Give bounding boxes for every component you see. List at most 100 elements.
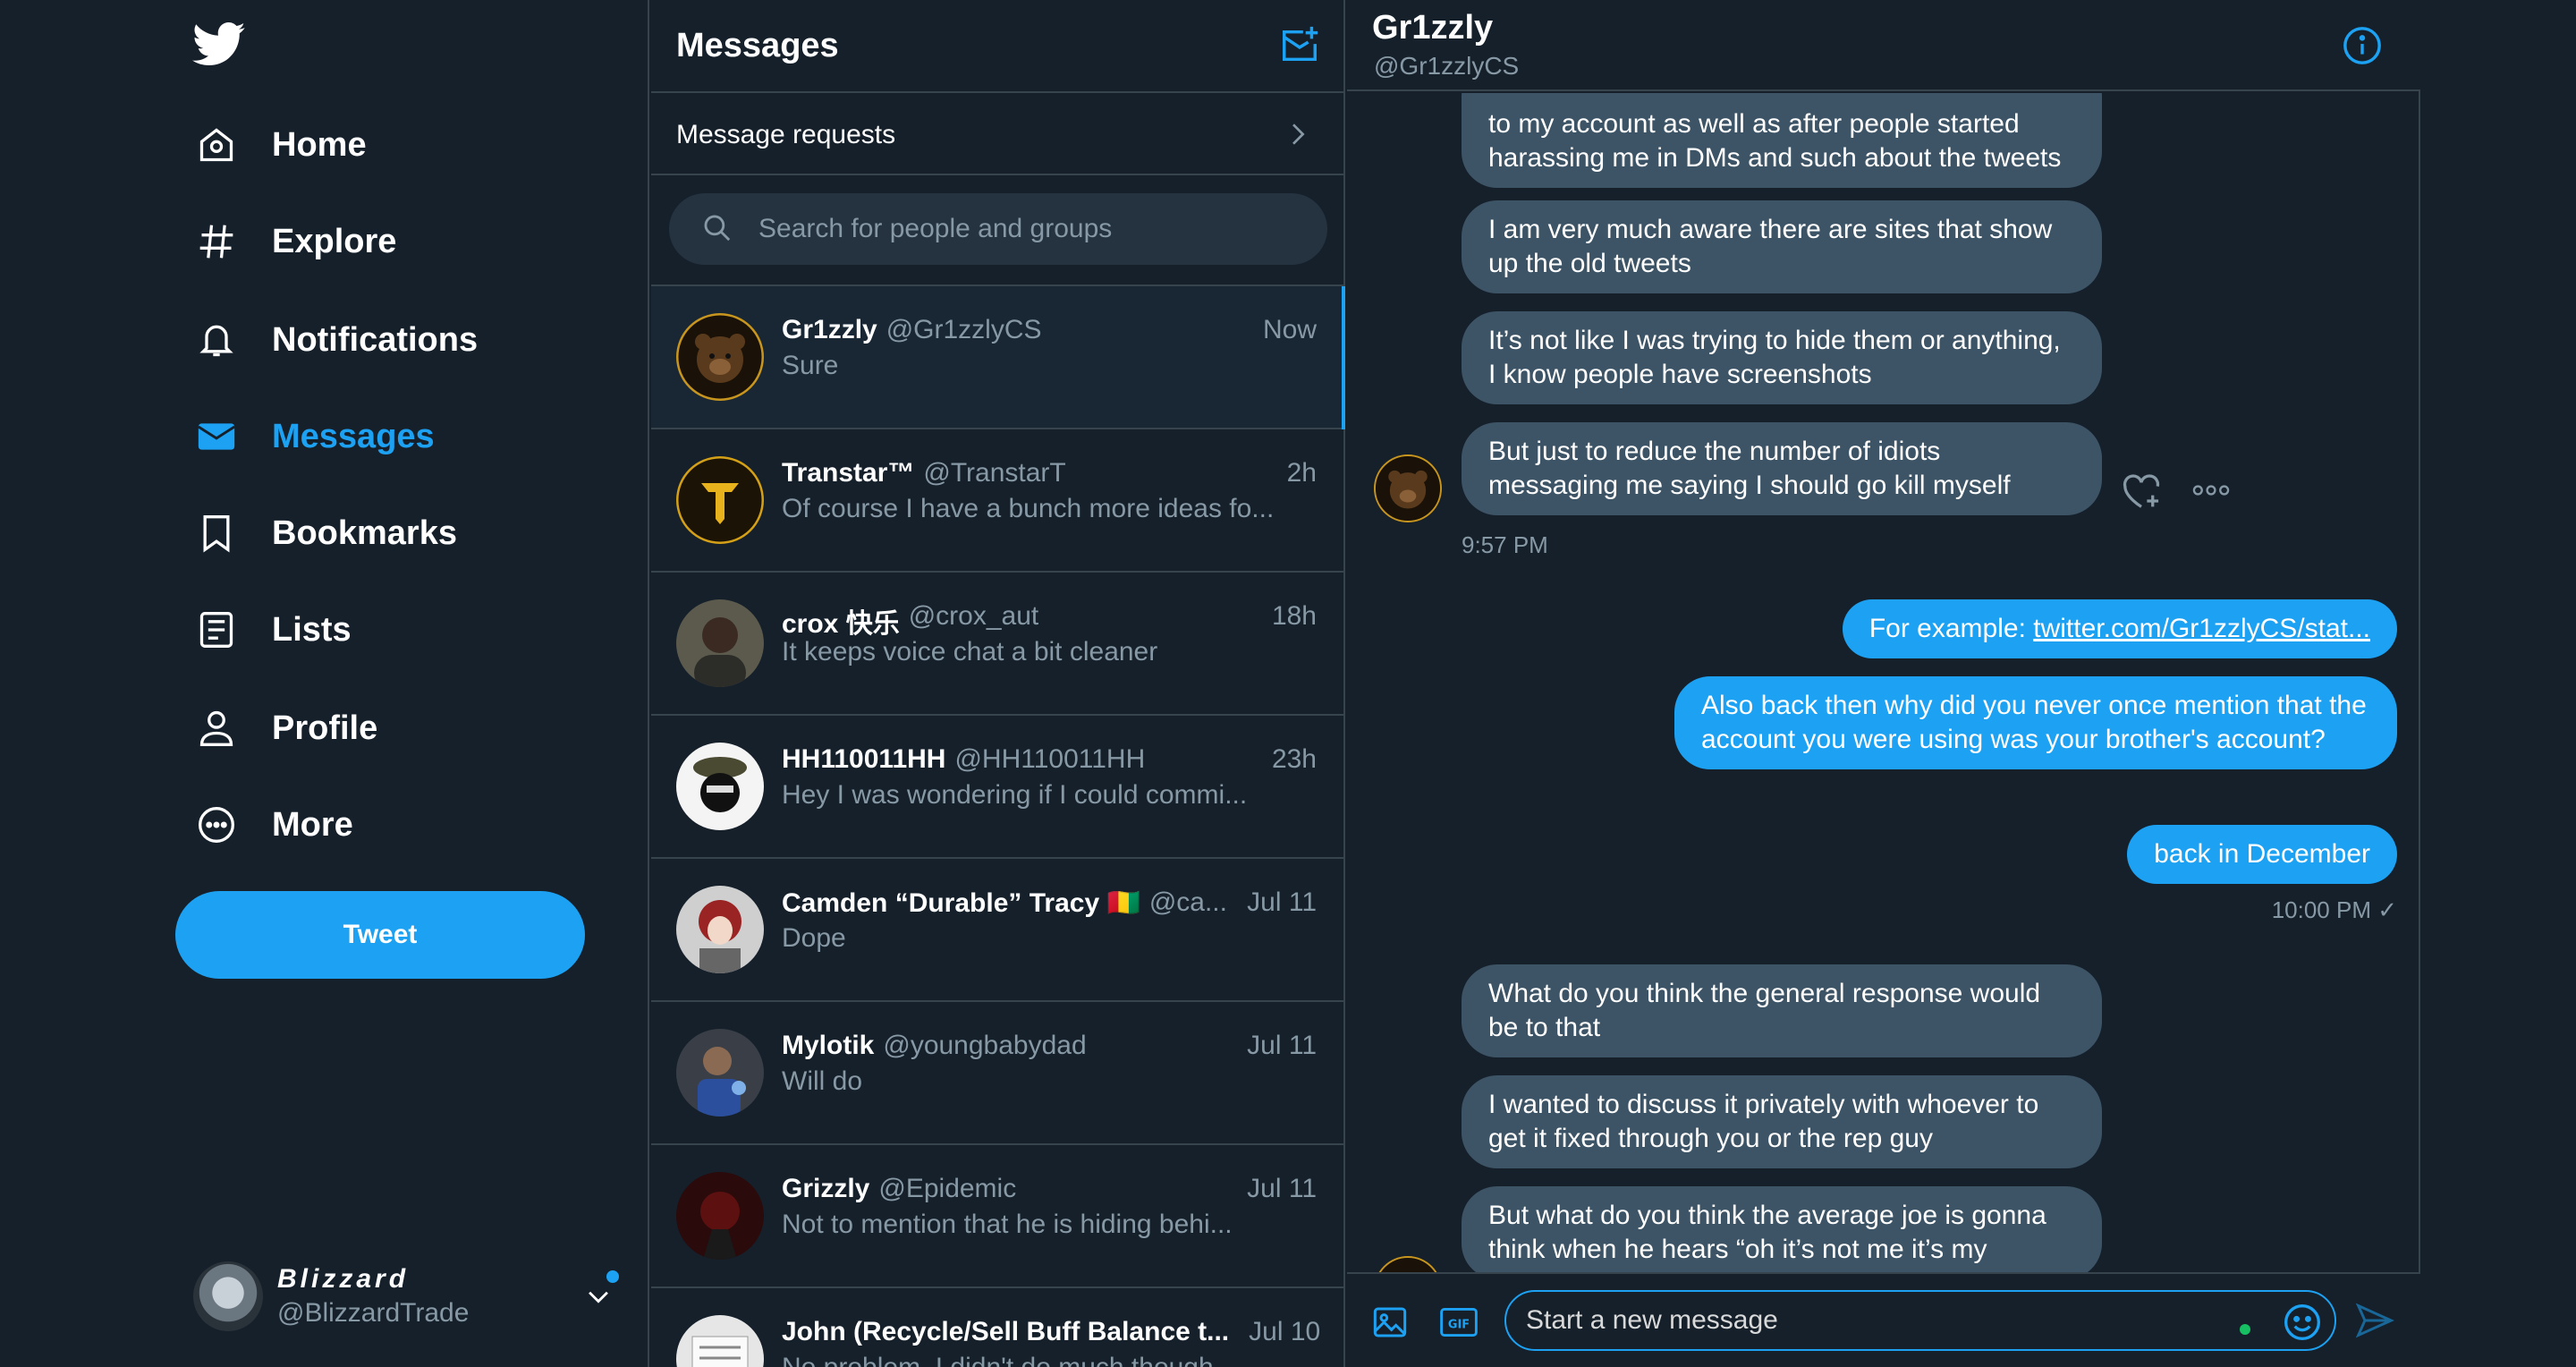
conversation-handle: @ca... xyxy=(1148,887,1227,917)
conversation-item[interactable]: Camden “Durable” Tracy 🇬🇳 @ca... Jul 11 Do… xyxy=(651,859,1343,1002)
conversation-item[interactable]: Gr1zzly @Gr1zzlyCS Now Sure xyxy=(651,286,1345,429)
chevron-right-icon xyxy=(1283,120,1311,153)
page-title: Messages xyxy=(676,27,839,64)
nav-notifications-label: Notifications xyxy=(272,320,479,359)
message-composer: GIF xyxy=(1347,1272,2420,1367)
search-section xyxy=(651,175,1343,286)
conversation-handle: @Gr1zzlyCS xyxy=(886,315,1042,344)
more-circle-icon xyxy=(197,805,236,845)
nav-explore[interactable]: Explore xyxy=(179,206,414,277)
chat-header: Gr1zzly @Gr1zzlyCS xyxy=(1347,0,2420,91)
avatar xyxy=(676,1315,764,1367)
list-icon xyxy=(197,610,236,650)
nav-explore-label: Explore xyxy=(272,222,397,260)
avatar xyxy=(676,743,764,830)
nav-messages[interactable]: Messages xyxy=(179,401,453,472)
message-bubble-sent: Also back then why did you never once me… xyxy=(1674,676,2397,769)
nav-bookmarks-label: Bookmarks xyxy=(272,514,457,552)
conversation-time: Jul 11 xyxy=(1247,887,1317,917)
conversation-handle: @crox_aut xyxy=(908,601,1039,631)
chat-contact-name: Gr1zzly xyxy=(1372,9,1494,47)
nav-messages-label: Messages xyxy=(272,417,435,455)
nav-lists[interactable]: Lists xyxy=(179,594,369,666)
react-heart-icon[interactable] xyxy=(2122,474,2161,514)
conversation-preview: Not to mention that he is hiding behi... xyxy=(782,1210,1233,1239)
conversation-name: Camden “Durable” Tracy 🇬🇳 xyxy=(782,888,1140,918)
avatar xyxy=(676,313,764,401)
gif-icon[interactable]: GIF xyxy=(1440,1304,1478,1345)
conversation-time: 18h xyxy=(1271,601,1317,631)
conversation-preview: It keeps voice chat a bit cleaner xyxy=(782,637,1158,667)
person-icon xyxy=(197,709,236,748)
conversation-name: HH110011HH xyxy=(782,744,946,774)
message-timestamp: 9:57 PM xyxy=(1462,531,1548,558)
notification-dot xyxy=(606,1270,619,1283)
message-requests-label: Message requests xyxy=(676,120,896,149)
home-icon xyxy=(197,125,236,165)
tweet-button[interactable]: Tweet xyxy=(175,891,585,979)
nav-profile[interactable]: Profile xyxy=(179,692,395,764)
avatar xyxy=(193,1261,263,1331)
conversation-item[interactable]: Grizzly @Epidemic Jul 11 Not to mention th… xyxy=(651,1145,1343,1288)
more-options-icon[interactable] xyxy=(2191,483,2231,502)
image-icon[interactable] xyxy=(1372,1304,1408,1345)
conversation-item[interactable]: HH110011HH @HH110011HH 23h Hey I was wonde… xyxy=(651,716,1343,859)
conversation-preview: Sure xyxy=(782,351,839,380)
chevron-down-icon xyxy=(583,1281,614,1316)
conversation-time: Jul 11 xyxy=(1247,1174,1317,1203)
conversation-handle: @youngbabydad xyxy=(883,1031,1087,1060)
conversation-time: Jul 11 xyxy=(1247,1031,1317,1060)
search-input[interactable] xyxy=(758,214,1295,244)
message-bubble-received: I am very much aware there are sites tha… xyxy=(1462,200,2102,293)
conversation-item[interactable]: crox 快乐 @crox_aut 18h It keeps voice chat … xyxy=(651,573,1343,716)
conversation-name: crox 快乐 xyxy=(782,609,900,639)
conversation-name: Gr1zzly xyxy=(782,315,877,344)
conversation-preview: Hey I was wondering if I could commi... xyxy=(782,780,1248,810)
twitter-logo-icon[interactable] xyxy=(192,21,246,68)
conversation-handle: @HH110011HH xyxy=(954,744,1146,774)
avatar xyxy=(676,1172,764,1260)
avatar xyxy=(676,456,764,544)
message-text: For example: xyxy=(1868,614,2034,643)
account-display-name: Blizzard xyxy=(277,1264,410,1294)
conversation-handle: @TranstarT xyxy=(923,458,1066,488)
nav-notifications[interactable]: Notifications xyxy=(179,304,496,376)
avatar xyxy=(676,886,764,973)
conversation-time: Now xyxy=(1262,315,1317,344)
search-box[interactable] xyxy=(669,193,1327,265)
nav-home-label: Home xyxy=(272,125,367,164)
send-icon[interactable] xyxy=(2354,1301,2395,1345)
conversation-time: 23h xyxy=(1271,744,1317,774)
info-icon[interactable] xyxy=(2342,25,2383,71)
conversation-preview: Dope xyxy=(782,923,846,953)
conversation-item[interactable]: John (Recycle/Sell Buff Balance t... Jul … xyxy=(651,1288,1343,1367)
avatar[interactable] xyxy=(1374,454,1442,522)
emoji-icon[interactable] xyxy=(2283,1303,2322,1346)
bell-icon xyxy=(197,320,236,360)
tweet-link[interactable]: twitter.com/Gr1zzlyCS/stat... xyxy=(2033,614,2370,643)
conversation-name: Grizzly xyxy=(782,1174,870,1203)
message-bubble-received: But what do you think the average joe is… xyxy=(1462,1186,2102,1272)
message-thread: to my account as well as after people st… xyxy=(1347,93,2420,1272)
message-input-wrapper[interactable] xyxy=(1504,1290,2336,1351)
conversation-preview: No problem. I didn't do much though xyxy=(782,1353,1290,1367)
nav-bookmarks[interactable]: Bookmarks xyxy=(179,497,475,569)
new-message-icon[interactable] xyxy=(1279,25,1320,71)
conversation-item[interactable]: Mylotik @youngbabydad Jul 11 Will do xyxy=(651,1002,1343,1145)
avatar xyxy=(676,599,764,687)
avatar xyxy=(676,1029,764,1117)
nav-home[interactable]: Home xyxy=(179,109,385,181)
message-bubble-received: It’s not like I was trying to hide them … xyxy=(1462,311,2102,404)
status-dot xyxy=(2240,1324,2250,1335)
envelope-icon xyxy=(197,417,236,456)
conversation-item[interactable]: Transtar™ @TranstarT 2h Of course I have a… xyxy=(651,429,1343,573)
list-header: Messages xyxy=(651,0,1343,93)
search-icon xyxy=(701,212,732,247)
account-switcher[interactable]: Blizzard @BlizzardTrade xyxy=(193,1258,623,1335)
message-input[interactable] xyxy=(1526,1305,2241,1336)
avatar[interactable] xyxy=(1374,1256,1442,1272)
message-timestamp: 10:00 PM ✓ xyxy=(2271,896,2397,923)
message-requests-row[interactable]: Message requests xyxy=(651,93,1343,175)
conversation-list-panel: Messages Message requests Gr1zzly @Gr1zzl… xyxy=(651,0,1345,1367)
nav-more[interactable]: More xyxy=(179,789,371,861)
